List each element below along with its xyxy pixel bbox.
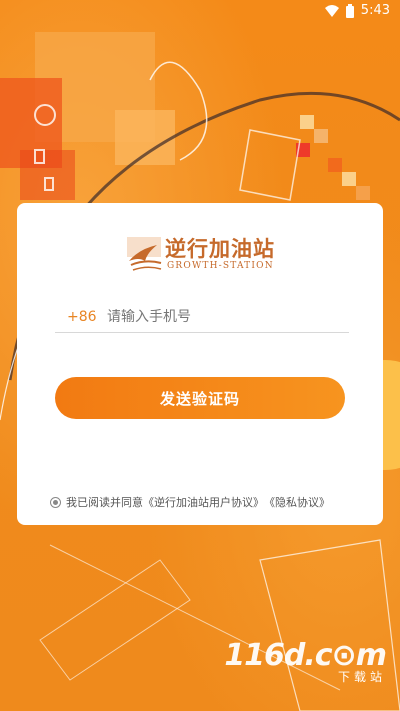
phone-field: +86 <box>55 301 349 333</box>
user-agreement-link[interactable]: 《逆行加油站用户协议》 <box>143 494 264 510</box>
bird-logo-icon <box>127 237 162 271</box>
battery-icon <box>345 3 354 18</box>
watermark: 116d.c⊙m 下载站 <box>224 638 387 684</box>
brand-subtitle: GROWTH-STATION <box>167 261 274 271</box>
brand-logo: 逆行加油站 GROWTH-STATION <box>127 233 277 278</box>
phone-input[interactable] <box>107 308 349 325</box>
login-card: 逆行加油站 GROWTH-STATION +86 发送验证码 我已阅读并同意 《… <box>17 203 383 525</box>
brand-name: 逆行加油站 <box>165 236 275 261</box>
status-time: 5:43 <box>360 3 390 18</box>
agree-radio[interactable] <box>50 496 61 508</box>
wifi-icon <box>324 4 339 17</box>
agreement-row: 我已阅读并同意 《逆行加油站用户协议》 《隐私协议》 <box>50 494 330 510</box>
agreement-prefix: 我已阅读并同意 <box>66 496 143 509</box>
watermark-tagline: 下载站 <box>337 670 386 684</box>
status-bar: 5:43 <box>0 0 400 24</box>
send-code-button[interactable]: 发送验证码 <box>55 377 345 419</box>
privacy-policy-link[interactable]: 《隐私协议》 <box>264 494 330 510</box>
country-code[interactable]: +86 <box>55 309 107 325</box>
